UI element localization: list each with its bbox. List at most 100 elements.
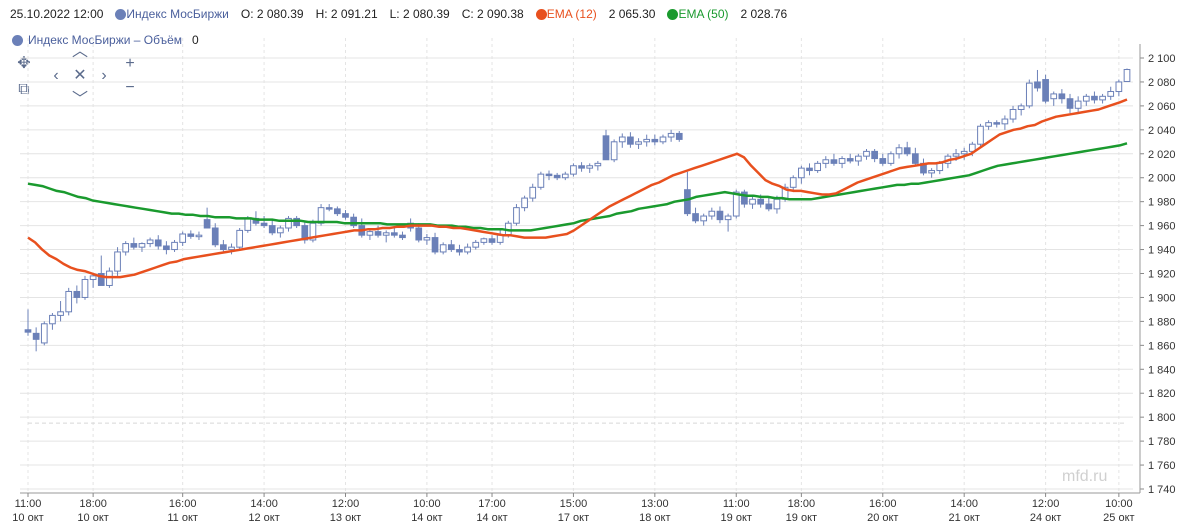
candle-body — [220, 244, 227, 251]
candle-body — [806, 167, 813, 172]
y-tick-label: 2 100 — [1148, 53, 1176, 65]
candle-body — [163, 245, 170, 251]
candle-body — [268, 225, 276, 234]
candle-body — [122, 243, 130, 253]
y-tick-label: 1 920 — [1148, 269, 1176, 281]
x-tick-time: 15:00 — [560, 498, 588, 510]
candlestick-chart[interactable]: 2 100 2 080 2 060 2 040 2 020 2 000 1 980 1 960… — [0, 0, 1200, 528]
y-tick-label: 1 960 — [1148, 221, 1176, 233]
candle-body — [960, 150, 968, 155]
candle-body — [244, 217, 252, 231]
candle-body — [260, 222, 268, 227]
candle-body — [700, 215, 708, 222]
candle-body — [879, 158, 887, 164]
x-tick-time: 17:00 — [478, 498, 506, 510]
y-tick-label: 1 940 — [1148, 245, 1176, 257]
candle-body — [32, 332, 40, 340]
candle-body — [1074, 100, 1082, 109]
candle-body — [1099, 95, 1106, 101]
candle-body — [472, 241, 480, 248]
candle-body — [480, 238, 488, 243]
candle-body — [464, 246, 471, 253]
candle-body — [724, 215, 732, 221]
candle-body — [390, 232, 398, 236]
candle-body — [578, 165, 585, 169]
y-tick-label: 2 040 — [1148, 125, 1176, 137]
candle-body — [684, 189, 691, 215]
candle-body — [236, 229, 244, 248]
candle-body — [903, 147, 911, 155]
x-tick-time: 18:00 — [788, 498, 816, 510]
candle-body — [651, 138, 659, 143]
candle-body — [1123, 69, 1131, 82]
y-tick-label: 1 860 — [1148, 340, 1176, 352]
candle-body — [1034, 81, 1041, 89]
x-tick-time: 12:00 — [1032, 498, 1060, 510]
candle-body — [798, 167, 805, 179]
candle-body — [887, 153, 895, 164]
candle-body — [618, 136, 626, 143]
y-tick-label: 1 760 — [1148, 460, 1176, 472]
candle-body — [1066, 98, 1074, 109]
candle-body — [863, 150, 870, 157]
candle-body — [911, 153, 919, 164]
x-tick-date: 18 окт — [639, 512, 670, 524]
candle-body — [716, 210, 724, 221]
candle-body — [382, 232, 390, 236]
candle-body — [456, 249, 463, 253]
candle-body — [333, 208, 341, 215]
x-tick-date: 10 окт — [12, 512, 43, 524]
candle-body — [692, 213, 699, 222]
x-tick-date: 14 окт — [411, 512, 442, 524]
candle-body — [586, 165, 594, 169]
candle-body — [952, 153, 960, 157]
x-tick-time: 10:00 — [1105, 498, 1133, 510]
x-tick-date: 19 окт — [721, 512, 752, 524]
candle-body — [73, 290, 81, 298]
candle-body — [749, 198, 756, 205]
candle-body — [659, 136, 667, 143]
candle-body — [936, 162, 944, 172]
candle-body — [602, 135, 610, 161]
y-tick-label: 2 080 — [1148, 77, 1176, 89]
candle-body — [488, 238, 496, 243]
candle-body — [977, 125, 984, 145]
candle-body — [846, 158, 854, 162]
x-tick-time: 12:00 — [332, 498, 360, 510]
y-axis: 2 100 2 080 2 060 2 040 2 020 2 000 1 980 1 960… — [1139, 44, 1176, 496]
candle-body — [838, 158, 846, 164]
candle-body — [154, 239, 162, 247]
candle-body — [49, 314, 56, 325]
x-tick-date: 11 окт — [167, 512, 198, 524]
candle-body — [553, 174, 561, 179]
candle-body — [594, 162, 602, 167]
x-tick-date: 10 окт — [77, 512, 108, 524]
candle-body — [423, 237, 431, 241]
candle-body — [928, 170, 935, 174]
candle-body — [130, 243, 138, 248]
candle-body — [708, 210, 716, 217]
candle-body — [1009, 108, 1017, 120]
ema12-line — [27, 98, 1128, 279]
x-tick-time: 16:00 — [869, 498, 897, 510]
x-tick-date: 19 окт — [786, 512, 817, 524]
x-tick-time: 14:00 — [250, 498, 278, 510]
x-tick-date: 24 окт — [1030, 512, 1061, 524]
x-axis: 11:00 10 окт 18:00 10 окт 16:00 11 окт 14:00 12… — [12, 492, 1140, 524]
candle-body — [635, 141, 642, 145]
x-tick-time: 16:00 — [169, 498, 197, 510]
candle-body — [228, 246, 235, 251]
candle-body — [114, 251, 121, 272]
candle-body — [1107, 91, 1115, 97]
x-tick-time: 11:00 — [723, 498, 750, 510]
candle-body — [814, 162, 822, 172]
candle-body — [570, 165, 577, 175]
candle-body — [667, 132, 675, 138]
candle-body — [561, 173, 569, 179]
x-tick-date: 25 окт — [1103, 512, 1134, 524]
candle-body — [325, 207, 333, 210]
x-tick-time: 18:00 — [79, 498, 107, 510]
candle-body — [1042, 79, 1049, 102]
x-tick-time: 13:00 — [641, 498, 669, 510]
candle-body — [374, 231, 382, 236]
